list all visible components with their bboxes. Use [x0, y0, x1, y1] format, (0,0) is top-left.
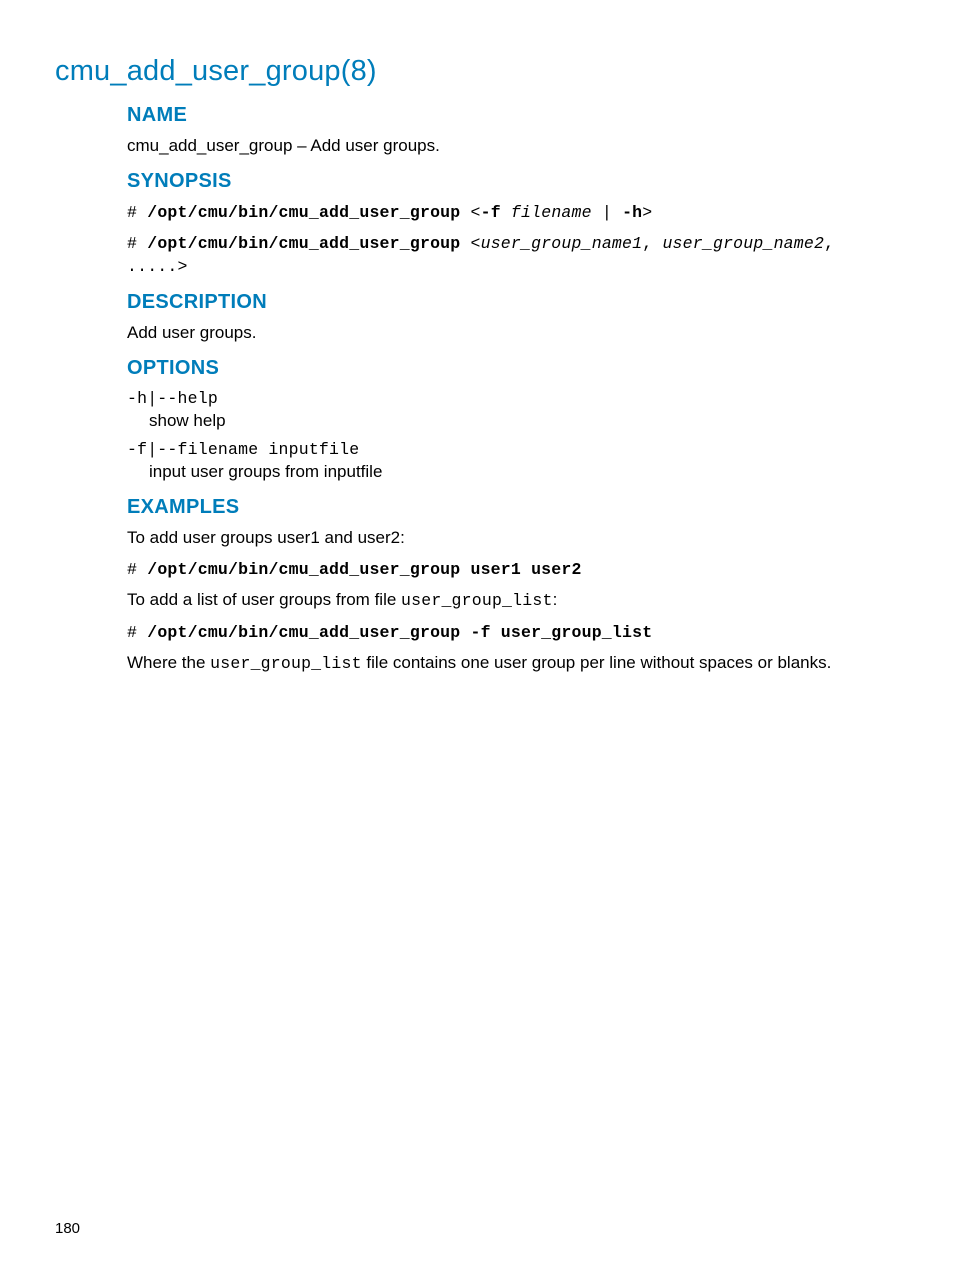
section-heading-options: OPTIONS — [127, 355, 899, 382]
synopsis-prefix: # — [127, 203, 147, 222]
synopsis-comma: , — [642, 234, 662, 253]
section-heading-synopsis: SYNOPSIS — [127, 168, 899, 195]
synopsis-open: < — [460, 203, 480, 222]
synopsis-close: > — [642, 203, 652, 222]
synopsis-flag-h: -h — [622, 203, 642, 222]
example-cmd-1: # /opt/cmu/bin/cmu_add_user_group user1 … — [127, 558, 899, 581]
intro2-post: : — [553, 590, 558, 609]
option-flag: -h|--help — [127, 388, 899, 410]
name-desc: Add user groups. — [310, 136, 439, 155]
manpage: cmu_add_user_group(8) NAME cmu_add_user_… — [0, 0, 954, 1271]
name-cmd: cmu_add_user_group – — [127, 136, 310, 155]
synopsis-open: < — [460, 234, 480, 253]
example-cmd-2: # /opt/cmu/bin/cmu_add_user_group -f use… — [127, 621, 899, 644]
note-pre: Where the — [127, 653, 210, 672]
intro2-pre: To add a list of user groups from file — [127, 590, 401, 609]
note-post: file contains one user group per line wi… — [362, 653, 832, 672]
example-intro-2: To add a list of user groups from file u… — [127, 589, 899, 612]
synopsis-space — [501, 203, 511, 222]
synopsis-line-2: # /opt/cmu/bin/cmu_add_user_group <user_… — [127, 232, 899, 279]
section-heading-examples: EXAMPLES — [127, 494, 899, 521]
option-filename: -f|--filename inputfile input user group… — [127, 439, 899, 484]
cmd-prefix: # — [127, 560, 147, 579]
page-number: 180 — [55, 1220, 80, 1237]
synopsis-arg2: user_group_name2 — [662, 234, 824, 253]
page-title: cmu_add_user_group(8) — [55, 55, 899, 88]
intro2-file: user_group_list — [401, 591, 553, 610]
synopsis-arg-filename: filename — [511, 203, 592, 222]
option-desc: input user groups from inputfile — [149, 461, 899, 484]
synopsis-arg1: user_group_name1 — [481, 234, 643, 253]
description-text: Add user groups. — [127, 322, 899, 345]
example-intro-1: To add user groups user1 and user2: — [127, 527, 899, 550]
example-note: Where the user_group_list file contains … — [127, 652, 899, 675]
option-desc: show help — [149, 410, 899, 433]
option-help: -h|--help show help — [127, 388, 899, 433]
synopsis-line-1: # /opt/cmu/bin/cmu_add_user_group <-f fi… — [127, 201, 899, 224]
cmd-text: /opt/cmu/bin/cmu_add_user_group user1 us… — [147, 560, 581, 579]
synopsis-cmd: /opt/cmu/bin/cmu_add_user_group — [147, 234, 460, 253]
cmd-text: /opt/cmu/bin/cmu_add_user_group -f user_… — [147, 623, 652, 642]
note-file: user_group_list — [210, 654, 362, 673]
option-flag: -f|--filename inputfile — [127, 439, 899, 461]
cmd-prefix: # — [127, 623, 147, 642]
page-body: NAME cmu_add_user_group – Add user group… — [127, 102, 899, 675]
name-text: cmu_add_user_group – Add user groups. — [127, 135, 899, 158]
synopsis-flag-f: -f — [481, 203, 501, 222]
section-heading-description: DESCRIPTION — [127, 289, 899, 316]
synopsis-bar: | — [592, 203, 622, 222]
synopsis-cmd: /opt/cmu/bin/cmu_add_user_group — [147, 203, 460, 222]
synopsis-prefix: # — [127, 234, 147, 253]
section-heading-name: NAME — [127, 102, 899, 129]
